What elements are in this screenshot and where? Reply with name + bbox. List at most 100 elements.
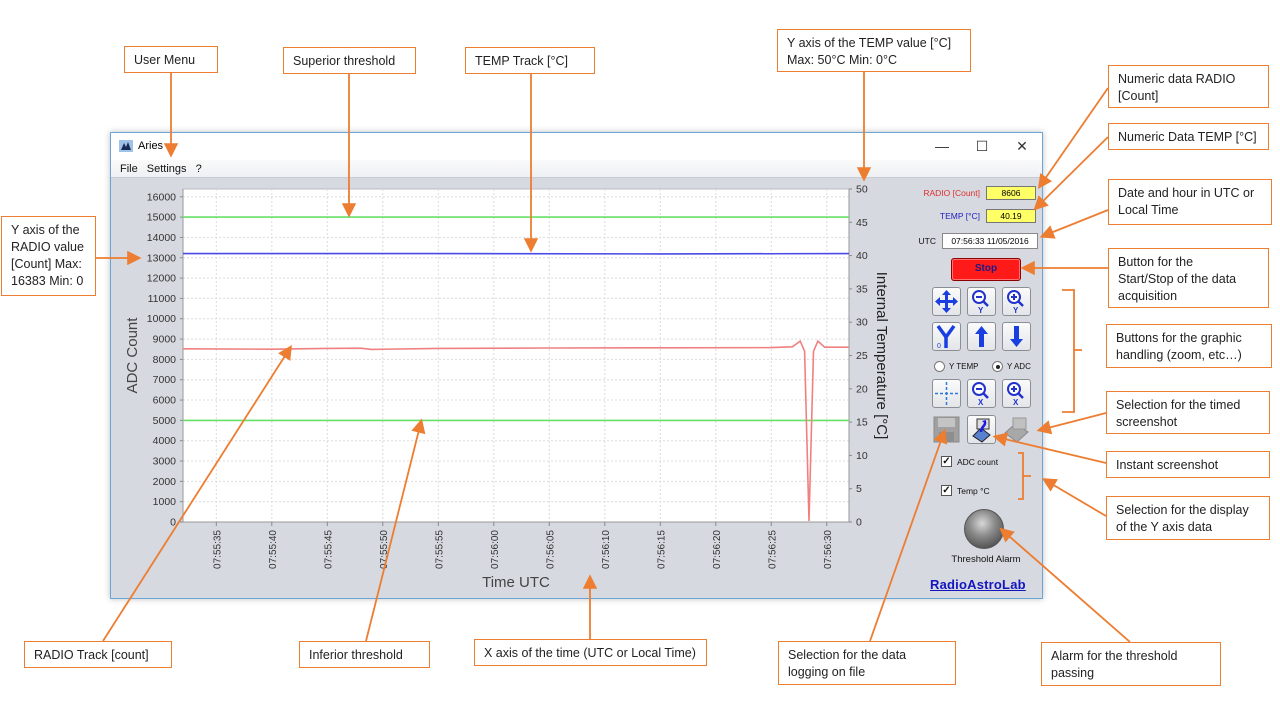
arrow-up-icon bbox=[975, 326, 988, 347]
shift-down-button[interactable] bbox=[1002, 322, 1031, 351]
temp-checkbox[interactable]: ✓ Temp °C bbox=[941, 485, 990, 496]
connector-date-hour bbox=[1039, 209, 1109, 239]
title-bar: Aries — ☐ ✕ bbox=[111, 133, 1042, 160]
y-left-tick-label: 4000 bbox=[153, 435, 177, 447]
callout-numeric-temp: Numeric Data TEMP [°C] bbox=[1108, 123, 1269, 150]
x-tick-label: 07:55:50 bbox=[379, 530, 390, 569]
radio-indicator bbox=[934, 361, 945, 372]
data-logging-button[interactable] bbox=[932, 415, 961, 444]
y-right-tick-label: 0 bbox=[856, 517, 862, 529]
y-left-tick-label: 6000 bbox=[153, 395, 177, 407]
menu-bar: File Settings ? bbox=[111, 160, 1042, 178]
app-window: Aries — ☐ ✕ File Settings ? 0 1000 2000 300… bbox=[110, 132, 1043, 599]
floppy-disk-icon bbox=[933, 416, 960, 443]
arrow-down-icon bbox=[1010, 326, 1023, 347]
close-button[interactable]: ✕ bbox=[1003, 136, 1041, 156]
x-tick-label: 07:55:35 bbox=[212, 530, 223, 569]
checkbox-checked: ✓ bbox=[941, 485, 952, 496]
callout-user-menu: User Menu bbox=[124, 46, 218, 73]
minimize-button[interactable]: — bbox=[923, 136, 961, 156]
connector-timed-screenshot bbox=[1036, 412, 1107, 435]
callout-timed-screenshot: Selection for the timed screenshot bbox=[1106, 391, 1270, 434]
y-zero-icon: 0 bbox=[936, 324, 956, 350]
y-left-tick-label: 13000 bbox=[147, 252, 176, 264]
zoom-out-y-button[interactable]: Y bbox=[967, 287, 996, 316]
svg-text:Y: Y bbox=[1013, 306, 1019, 315]
utc-label: UTC bbox=[918, 236, 936, 246]
y-right-tick-label: 40 bbox=[856, 250, 868, 262]
callout-numeric-radio: Numeric data RADIO [Count] bbox=[1108, 65, 1269, 108]
y-right-tick-label: 50 bbox=[856, 184, 868, 196]
callout-alarm: Alarm for the threshold passing bbox=[1041, 642, 1221, 686]
time-series-chart[interactable]: 0100020003000400050006000700080009000100… bbox=[111, 179, 901, 599]
y-temp-radio-label: Y TEMP bbox=[949, 362, 979, 371]
callout-x-axis: X axis of the time (UTC or Local Time) bbox=[474, 639, 707, 666]
x-tick-label: 07:55:55 bbox=[434, 530, 445, 569]
y-right-tick-label: 10 bbox=[856, 450, 868, 462]
connector-numeric-temp bbox=[1033, 136, 1109, 211]
x-tick-label: 07:56:05 bbox=[545, 530, 556, 569]
y-left-tick-label: 15000 bbox=[147, 212, 176, 224]
x-tick-label: 07:56:30 bbox=[823, 530, 834, 569]
y-left-tick-label: 1000 bbox=[153, 496, 177, 508]
y-right-tick-label: 5 bbox=[856, 483, 862, 495]
y-left-tick-label: 5000 bbox=[153, 415, 177, 427]
menu-help[interactable]: ? bbox=[196, 160, 202, 178]
x-tick-label: 07:56:20 bbox=[712, 530, 723, 569]
menu-file[interactable]: File bbox=[120, 160, 138, 178]
callout-temp-track: TEMP Track [°C] bbox=[465, 47, 595, 74]
y-temp-radio[interactable]: Y TEMP bbox=[934, 361, 979, 372]
y-adc-radio[interactable]: Y ADC bbox=[992, 361, 1031, 372]
radio-indicator-selected bbox=[992, 361, 1003, 372]
reset-y-zero-button[interactable]: 0 bbox=[932, 322, 961, 351]
y-left-tick-label: 8000 bbox=[153, 354, 177, 366]
x-tick-label: 07:56:00 bbox=[490, 530, 501, 569]
y-right-tick-label: 15 bbox=[856, 417, 868, 429]
crosshair-icon bbox=[935, 382, 958, 405]
screenshot-icon bbox=[972, 418, 991, 443]
y-left-tick-label: 16000 bbox=[147, 191, 176, 203]
callout-graphic-buttons: Buttons for the graphic handling (zoom, … bbox=[1106, 324, 1272, 368]
zoom-out-x-button[interactable]: X bbox=[967, 379, 996, 408]
start-stop-button[interactable]: Stop bbox=[951, 258, 1021, 281]
control-panel: RADIO [Count] 8606 TEMP [°C] 40.19 UTC 0… bbox=[906, 179, 1044, 599]
x-tick-label: 07:55:45 bbox=[323, 530, 334, 569]
x-tick-label: 07:56:10 bbox=[601, 530, 612, 569]
adc-count-checkbox-label: ADC count bbox=[957, 456, 999, 467]
auto-fit-button[interactable] bbox=[932, 287, 961, 316]
zoom-in-x-button[interactable]: X bbox=[1002, 379, 1031, 408]
threshold-alarm-led bbox=[964, 509, 1004, 549]
zoom-in-y-button[interactable]: Y bbox=[1002, 287, 1031, 316]
y-left-tick-label: 12000 bbox=[147, 273, 176, 285]
callout-y-axis-display: Selection for the display of the Y axis … bbox=[1106, 496, 1270, 540]
y-left-tick-label: 0 bbox=[170, 517, 176, 529]
y-right-tick-label: 35 bbox=[856, 283, 868, 295]
zoom-in-x-icon: X bbox=[1007, 382, 1024, 407]
temp-checkbox-label: Temp °C bbox=[957, 485, 990, 496]
brand-logo[interactable]: RadioAstroLab bbox=[930, 577, 1026, 592]
zoom-out-x-icon: X bbox=[972, 382, 989, 407]
instant-screenshot-button[interactable] bbox=[967, 415, 996, 444]
window-title: Aries bbox=[138, 140, 164, 152]
maximize-button[interactable]: ☐ bbox=[963, 136, 1001, 156]
svg-text:X: X bbox=[978, 398, 984, 407]
callout-inferior-threshold: Inferior threshold bbox=[299, 641, 430, 668]
menu-settings[interactable]: Settings bbox=[147, 160, 187, 178]
x-axis-title: Time UTC bbox=[482, 574, 550, 591]
radio-count-value: 8606 bbox=[986, 186, 1036, 200]
adc-count-checkbox[interactable]: ✓ ADC count bbox=[941, 456, 998, 467]
crosshair-button[interactable] bbox=[932, 379, 961, 408]
move-arrows-icon bbox=[935, 290, 958, 313]
y-left-tick-label: 2000 bbox=[153, 476, 177, 488]
callout-date-hour: Date and hour in UTC or Local Time bbox=[1108, 179, 1272, 225]
shift-up-button[interactable] bbox=[967, 322, 996, 351]
svg-text:X: X bbox=[1013, 398, 1019, 407]
y-right-tick-label: 45 bbox=[856, 217, 868, 229]
timed-screenshot-button[interactable] bbox=[1002, 415, 1031, 444]
callout-y-radio-axis: Y axis of the RADIO value [Count] Max: 1… bbox=[1, 216, 96, 296]
callout-data-logging: Selection for the data logging on file bbox=[778, 641, 956, 685]
callout-radio-track: RADIO Track [count] bbox=[24, 641, 172, 668]
y-left-tick-label: 7000 bbox=[153, 374, 177, 386]
callout-superior-threshold: Superior threshold bbox=[283, 47, 416, 74]
y-left-tick-label: 9000 bbox=[153, 334, 177, 346]
